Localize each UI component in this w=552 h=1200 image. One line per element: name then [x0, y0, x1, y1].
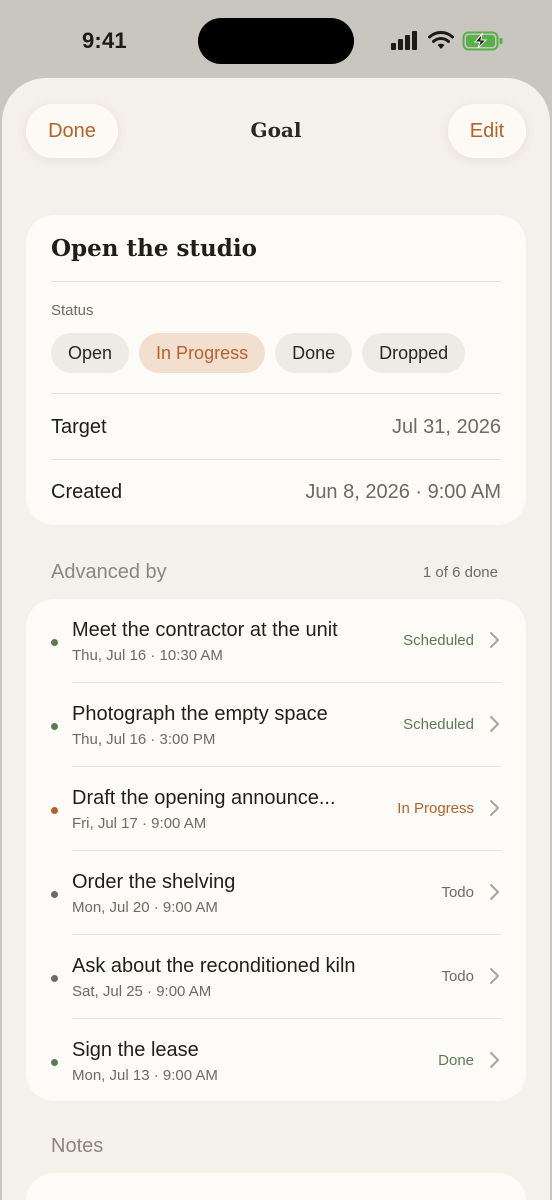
status-time: 9:41 [82, 28, 127, 53]
task-datetime: Sat, Jul 25 · 9:00 AM [72, 983, 212, 1000]
created-label: Created [51, 481, 123, 503]
list-item[interactable]: Meet the contractor at the unit Thu, Jul… [26, 599, 526, 683]
chevron-right-icon [490, 884, 499, 900]
task-datetime: Fri, Jul 17 · 9:00 AM [72, 815, 207, 832]
status-dot [51, 723, 58, 730]
chevron-right-icon [490, 1052, 499, 1068]
status-dot [51, 639, 58, 646]
notes-header: Notes [51, 1135, 104, 1157]
wifi-icon [428, 31, 454, 49]
status-chip-open[interactable]: Open [51, 333, 130, 373]
battery-charging-icon [462, 31, 503, 51]
advanced-by-count: 1 of 6 done [422, 564, 498, 581]
task-title: Photograph the empty space [72, 703, 328, 725]
task-datetime: Mon, Jul 13 · 9:00 AM [72, 1067, 218, 1084]
goal-card: Open the studio Status Open In Progress … [26, 215, 526, 525]
target-value[interactable]: Jul 31, 2026 [392, 416, 501, 439]
status-dot [51, 975, 58, 982]
task-status: Scheduled [403, 632, 474, 649]
task-title: Sign the lease [72, 1039, 199, 1061]
status-dot [51, 807, 58, 814]
list-item[interactable]: Order the shelving Mon, Jul 20 · 9:00 AM… [26, 851, 526, 935]
cellular-signal-icon [391, 31, 417, 50]
list-item[interactable]: Draft the opening announce... Fri, Jul 1… [26, 767, 526, 851]
task-status: Todo [441, 884, 474, 901]
task-datetime: Thu, Jul 16 · 10:30 AM [72, 647, 223, 664]
chevron-right-icon [490, 968, 499, 984]
goal-title: Open the studio [51, 235, 257, 262]
task-datetime: Thu, Jul 16 · 3:00 PM [72, 731, 216, 748]
task-title: Draft the opening announce... [72, 787, 336, 809]
list-item[interactable]: Sign the lease Mon, Jul 13 · 9:00 AM Don… [26, 1019, 526, 1103]
target-label: Target [51, 416, 107, 438]
list-item[interactable]: Photograph the empty space Thu, Jul 16 ·… [26, 683, 526, 767]
status-bar: 9:41 [0, 0, 552, 80]
status-chips: Open In Progress Done Dropped [51, 333, 466, 373]
status-chip-in-progress[interactable]: In Progress [139, 333, 266, 373]
status-dot [51, 1059, 58, 1066]
status-chip-dropped[interactable]: Dropped [362, 333, 466, 373]
task-status: Done [438, 1052, 474, 1069]
chevron-right-icon [490, 800, 499, 816]
divider [51, 459, 501, 460]
advanced-by-list: Meet the contractor at the unit Thu, Jul… [26, 599, 526, 1101]
chevron-right-icon [490, 632, 499, 648]
task-title: Order the shelving [72, 871, 236, 893]
status-dot [51, 891, 58, 898]
created-value: Jun 8, 2026 · 9:00 AM [305, 481, 501, 503]
task-status: In Progress [397, 800, 474, 817]
list-item[interactable]: Ask about the reconditioned kiln Sat, Ju… [26, 935, 526, 1019]
dynamic-island [198, 18, 354, 64]
advanced-by-header: Advanced by [51, 561, 167, 583]
task-title: Ask about the reconditioned kiln [72, 955, 356, 977]
task-status: Todo [441, 968, 474, 985]
task-datetime: Mon, Jul 20 · 9:00 AM [72, 899, 218, 916]
edit-button[interactable]: Edit [448, 104, 526, 158]
task-status: Scheduled [403, 716, 474, 733]
status-label: Status [51, 302, 94, 319]
goal-sheet: Done Goal Edit Open the studio Status Op… [2, 78, 550, 1200]
status-chip-done[interactable]: Done [275, 333, 353, 373]
task-title: Meet the contractor at the unit [72, 619, 338, 641]
notes-card[interactable] [26, 1173, 526, 1200]
divider [51, 281, 501, 282]
chevron-right-icon [490, 716, 499, 732]
divider [51, 393, 501, 394]
